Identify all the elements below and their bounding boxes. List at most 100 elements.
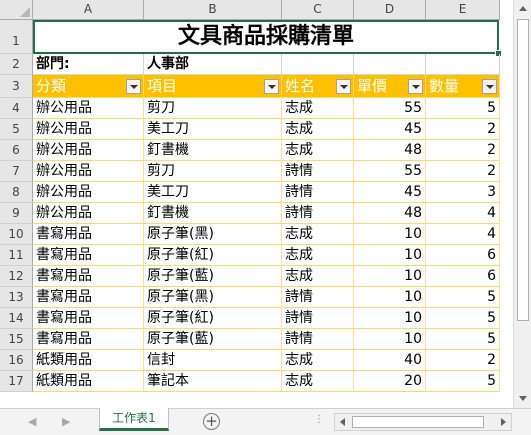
table-cell[interactable]: 釘書機: [144, 203, 282, 224]
table-cell[interactable]: 原子筆(紅): [144, 308, 282, 329]
table-cell[interactable]: 志成: [282, 119, 354, 140]
header-cell[interactable]: 項目: [144, 75, 282, 98]
table-cell[interactable]: 2: [426, 119, 500, 140]
filter-dropdown-icon[interactable]: [408, 79, 423, 94]
dept-value-cell[interactable]: 人事部: [144, 54, 282, 75]
horizontal-scroll-thumb[interactable]: [352, 416, 484, 428]
scroll-down-arrow-icon[interactable]: [515, 391, 531, 407]
table-cell[interactable]: 信封: [144, 350, 282, 371]
table-cell[interactable]: 美工刀: [144, 119, 282, 140]
table-cell[interactable]: 辦公用品: [33, 140, 144, 161]
row-header-11[interactable]: 11: [0, 245, 33, 266]
table-cell[interactable]: 志成: [282, 371, 354, 392]
table-cell[interactable]: 10: [354, 329, 426, 350]
table-cell[interactable]: 辦公用品: [33, 182, 144, 203]
table-cell[interactable]: 2: [426, 350, 500, 371]
row-header-16[interactable]: 16: [0, 350, 33, 371]
vertical-scrollbar[interactable]: [513, 0, 531, 408]
scroll-left-arrow-icon[interactable]: [336, 415, 350, 429]
table-cell[interactable]: 4: [426, 203, 500, 224]
table-cell[interactable]: 55: [354, 98, 426, 119]
filter-dropdown-icon[interactable]: [482, 79, 497, 94]
header-cell[interactable]: 單價: [354, 75, 426, 98]
table-cell[interactable]: 志成: [282, 245, 354, 266]
row-header-3[interactable]: 3: [0, 75, 33, 98]
scroll-up-arrow-icon[interactable]: [515, 1, 531, 17]
next-sheet-icon[interactable]: ▶: [62, 415, 70, 428]
filter-dropdown-icon[interactable]: [126, 79, 141, 94]
table-cell[interactable]: 原子筆(黑): [144, 224, 282, 245]
vertical-scroll-thumb[interactable]: [517, 19, 529, 321]
row-header-13[interactable]: 13: [0, 287, 33, 308]
table-cell[interactable]: 4: [426, 224, 500, 245]
scroll-right-arrow-icon[interactable]: [496, 415, 510, 429]
row-header-8[interactable]: 8: [0, 182, 33, 203]
row-header-5[interactable]: 5: [0, 119, 33, 140]
table-cell[interactable]: 書寫用品: [33, 224, 144, 245]
table-cell[interactable]: 原子筆(紅): [144, 245, 282, 266]
column-header-a[interactable]: A: [33, 0, 144, 20]
title-cell[interactable]: 文具商品採購清單: [33, 20, 502, 57]
table-cell[interactable]: 10: [354, 308, 426, 329]
table-cell[interactable]: 55: [354, 161, 426, 182]
add-sheet-icon[interactable]: +: [203, 413, 220, 430]
row-header-15[interactable]: 15: [0, 329, 33, 350]
table-cell[interactable]: 2: [426, 161, 500, 182]
table-cell[interactable]: 書寫用品: [33, 287, 144, 308]
row-header-1[interactable]: 1: [0, 20, 33, 54]
column-header-e[interactable]: E: [426, 0, 500, 20]
column-header-c[interactable]: C: [282, 0, 354, 20]
table-cell[interactable]: 45: [354, 119, 426, 140]
dept-label-cell[interactable]: 部門:: [33, 54, 144, 75]
table-cell[interactable]: 辦公用品: [33, 119, 144, 140]
table-cell[interactable]: 詩情: [282, 182, 354, 203]
horizontal-scrollbar[interactable]: [334, 413, 512, 431]
table-cell[interactable]: 志成: [282, 266, 354, 287]
table-cell[interactable]: 美工刀: [144, 182, 282, 203]
table-cell[interactable]: 志成: [282, 224, 354, 245]
table-cell[interactable]: 剪刀: [144, 98, 282, 119]
table-cell[interactable]: 10: [354, 266, 426, 287]
table-cell[interactable]: 5: [426, 329, 500, 350]
table-cell[interactable]: 48: [354, 203, 426, 224]
table-cell[interactable]: 詩情: [282, 329, 354, 350]
column-header-b[interactable]: B: [144, 0, 282, 20]
table-cell[interactable]: 詩情: [282, 287, 354, 308]
row-header-2[interactable]: 2: [0, 54, 33, 75]
table-cell[interactable]: 紙類用品: [33, 371, 144, 392]
select-all-button[interactable]: [0, 0, 33, 20]
table-cell[interactable]: 10: [354, 245, 426, 266]
table-cell[interactable]: 原子筆(黑): [144, 287, 282, 308]
prev-sheet-icon[interactable]: ◀: [28, 415, 36, 428]
table-cell[interactable]: 志成: [282, 98, 354, 119]
header-cell[interactable]: 數量: [426, 75, 500, 98]
row-header-6[interactable]: 6: [0, 140, 33, 161]
tab-split-handle[interactable]: ⋮: [314, 414, 324, 425]
table-cell[interactable]: 辦公用品: [33, 161, 144, 182]
table-cell[interactable]: 5: [426, 308, 500, 329]
row-header-9[interactable]: 9: [0, 203, 33, 224]
table-cell[interactable]: 20: [354, 371, 426, 392]
row-header-17[interactable]: 17: [0, 371, 33, 392]
table-cell[interactable]: 辦公用品: [33, 98, 144, 119]
header-cell[interactable]: 姓名: [282, 75, 354, 98]
table-cell[interactable]: 志成: [282, 350, 354, 371]
table-cell[interactable]: 紙類用品: [33, 350, 144, 371]
table-cell[interactable]: 書寫用品: [33, 245, 144, 266]
table-cell[interactable]: 詩情: [282, 308, 354, 329]
table-cell[interactable]: 48: [354, 140, 426, 161]
table-cell[interactable]: 5: [426, 371, 500, 392]
table-cell[interactable]: 書寫用品: [33, 329, 144, 350]
header-cell[interactable]: 分類: [33, 75, 144, 98]
empty-cell[interactable]: [354, 54, 426, 75]
row-header-12[interactable]: 12: [0, 266, 33, 287]
table-cell[interactable]: 志成: [282, 140, 354, 161]
table-cell[interactable]: 10: [354, 224, 426, 245]
filter-dropdown-icon[interactable]: [264, 79, 279, 94]
table-cell[interactable]: 6: [426, 266, 500, 287]
row-header-7[interactable]: 7: [0, 161, 33, 182]
table-cell[interactable]: 5: [426, 98, 500, 119]
row-header-4[interactable]: 4: [0, 98, 33, 119]
table-cell[interactable]: 10: [354, 287, 426, 308]
table-cell[interactable]: 辦公用品: [33, 203, 144, 224]
